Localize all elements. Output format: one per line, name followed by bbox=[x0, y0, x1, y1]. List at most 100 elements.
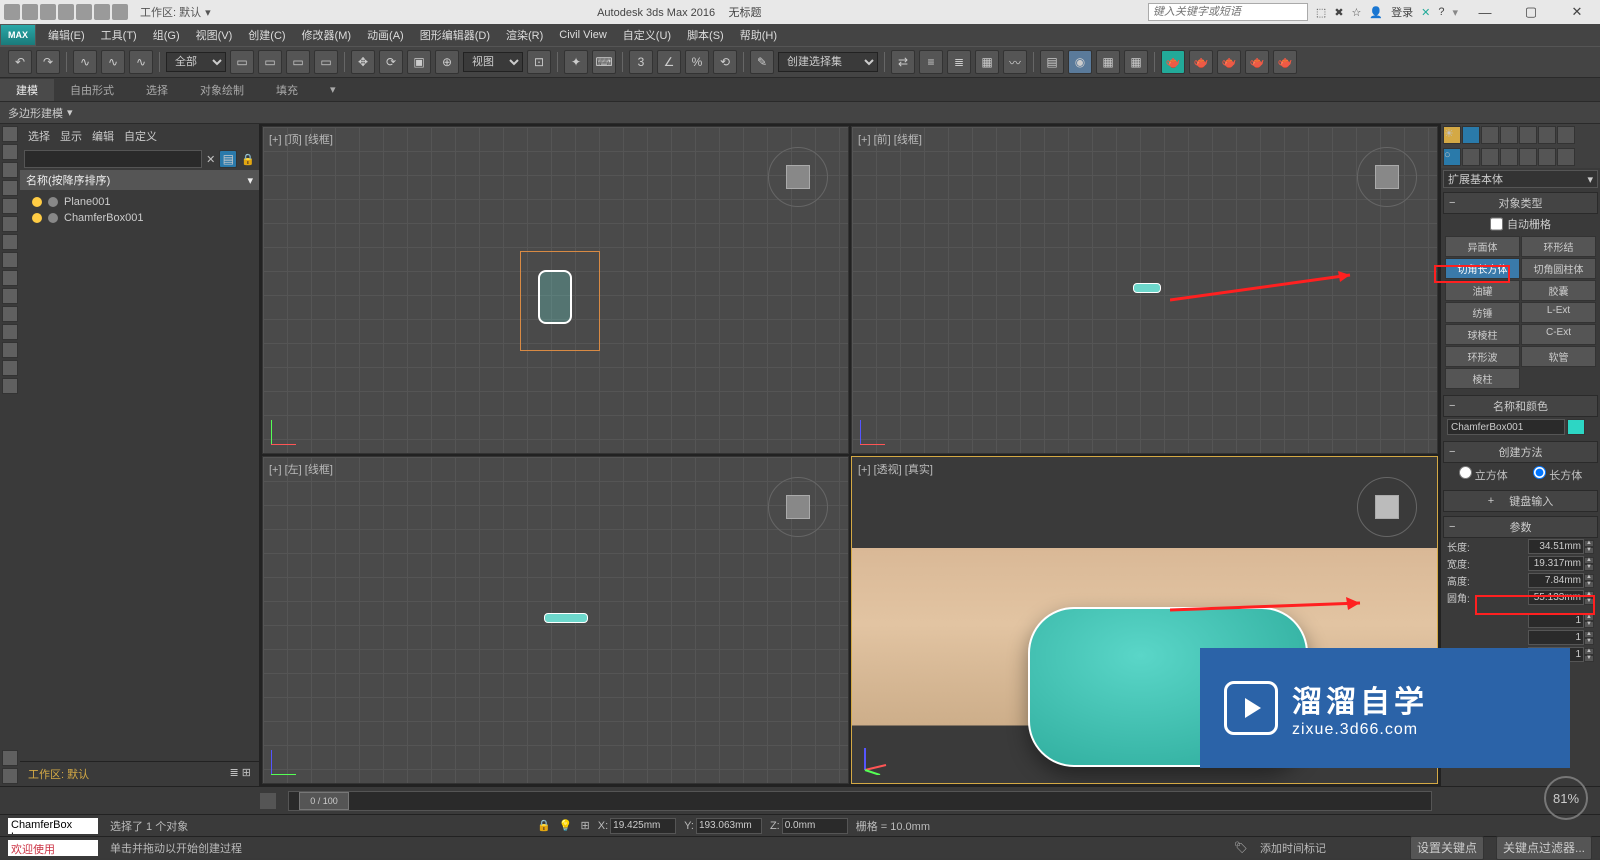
ribbon-toggle-button[interactable]: ▦ bbox=[975, 50, 999, 74]
viewport-label[interactable]: [+] [前] [线框] bbox=[858, 131, 922, 147]
ribbon-collapse-icon[interactable]: ▾ bbox=[314, 80, 352, 99]
workspace-footer-label[interactable]: 工作区: 默认 bbox=[28, 766, 89, 782]
left-tool-9[interactable] bbox=[2, 270, 18, 286]
lock-selection-icon[interactable]: 🔒 bbox=[537, 819, 551, 832]
scene-tab-edit[interactable]: 编辑 bbox=[92, 128, 114, 144]
viewport-label[interactable]: [+] [透视] [真实] bbox=[858, 461, 933, 477]
object-color-swatch[interactable] bbox=[1567, 419, 1585, 435]
x-logo-icon[interactable]: ✕ bbox=[1421, 6, 1430, 19]
lock-icon[interactable]: 🔒 bbox=[241, 153, 255, 166]
ribbon-tab-populate[interactable]: 填充 bbox=[260, 79, 314, 101]
left-tool-8[interactable] bbox=[2, 252, 18, 268]
scene-tab-customize[interactable]: 自定义 bbox=[124, 128, 157, 144]
coord-absolute-icon[interactable]: ⊞ bbox=[581, 819, 590, 832]
seg2-input[interactable] bbox=[1528, 630, 1584, 645]
menu-rendering[interactable]: 渲染(R) bbox=[498, 25, 551, 45]
pivot-button[interactable]: ⊡ bbox=[527, 50, 551, 74]
spacewarps-icon[interactable] bbox=[1538, 148, 1556, 166]
redo-icon[interactable] bbox=[94, 4, 110, 20]
set-key-button[interactable]: 设置关键点 bbox=[1410, 836, 1484, 860]
left-tool-7[interactable] bbox=[2, 234, 18, 250]
render-iterative-button[interactable]: 🫖 bbox=[1189, 50, 1213, 74]
placement-button[interactable]: ⊕ bbox=[435, 50, 459, 74]
scene-item-chamferbox[interactable]: ChamferBox001 bbox=[24, 210, 255, 226]
left-tool-settings[interactable] bbox=[2, 768, 18, 784]
render-activeshade-button[interactable]: 🫖 bbox=[1217, 50, 1241, 74]
coord-x-input[interactable] bbox=[610, 818, 676, 834]
rotate-button[interactable]: ⟳ bbox=[379, 50, 403, 74]
search-input[interactable] bbox=[1148, 3, 1308, 21]
seg1-input[interactable] bbox=[1528, 613, 1584, 628]
spinner-snap-button[interactable]: ⟲ bbox=[713, 50, 737, 74]
left-tool-15[interactable] bbox=[2, 378, 18, 394]
app-menu-icon[interactable] bbox=[4, 4, 20, 20]
geometry-icon[interactable]: ○ bbox=[1443, 148, 1461, 166]
exchange-icon[interactable]: ✖ bbox=[1334, 6, 1343, 19]
obj-capsule[interactable]: 胶囊 bbox=[1521, 280, 1596, 301]
obj-spindle[interactable]: 纺锤 bbox=[1445, 302, 1520, 323]
display-tab-icon[interactable] bbox=[1519, 126, 1537, 144]
obj-torusknot[interactable]: 环形结 bbox=[1521, 236, 1596, 257]
menu-maxscript[interactable]: 脚本(S) bbox=[679, 25, 732, 45]
clear-icon[interactable]: ✕ bbox=[206, 153, 215, 166]
left-tool-5[interactable] bbox=[2, 198, 18, 214]
menu-edit[interactable]: 编辑(E) bbox=[40, 25, 93, 45]
curve-editor-button[interactable]: 〰 bbox=[1003, 50, 1027, 74]
extra-tab-icon[interactable] bbox=[1557, 126, 1575, 144]
close-button[interactable]: ✕ bbox=[1558, 0, 1596, 24]
angle-snap-button[interactable]: ∠ bbox=[657, 50, 681, 74]
unlink-button[interactable]: ∿ bbox=[101, 50, 125, 74]
scene-item-plane[interactable]: Plane001 bbox=[24, 194, 255, 210]
left-tool-13[interactable] bbox=[2, 342, 18, 358]
window-crossing-button[interactable]: ▭ bbox=[314, 50, 338, 74]
menu-modifiers[interactable]: 修改器(M) bbox=[294, 25, 360, 45]
scene-search-input[interactable] bbox=[24, 150, 202, 168]
obj-ringwave[interactable]: 环形波 bbox=[1445, 346, 1520, 367]
create-tab-icon[interactable]: ☀ bbox=[1443, 126, 1461, 144]
spinner-down[interactable]: ▼ bbox=[1584, 638, 1594, 645]
layers-button[interactable]: ≣ bbox=[947, 50, 971, 74]
render-preset-button[interactable]: 🫖 bbox=[1245, 50, 1269, 74]
viewport-left[interactable]: [+] [左] [线框] bbox=[262, 456, 849, 784]
viewport-label[interactable]: [+] [左] [线框] bbox=[269, 461, 333, 477]
obj-oiltank[interactable]: 油罐 bbox=[1445, 280, 1520, 301]
length-input[interactable] bbox=[1528, 539, 1584, 554]
radio-box[interactable]: 长方体 bbox=[1533, 466, 1582, 483]
left-tool-12[interactable] bbox=[2, 324, 18, 340]
obj-prism[interactable]: 棱柱 bbox=[1445, 368, 1520, 389]
hierarchy-tab-icon[interactable] bbox=[1481, 126, 1499, 144]
scale-button[interactable]: ▣ bbox=[407, 50, 431, 74]
viewcube[interactable] bbox=[1357, 147, 1417, 207]
left-tool-filter[interactable] bbox=[2, 750, 18, 766]
coord-y-input[interactable] bbox=[696, 818, 762, 834]
spinner-down[interactable]: ▼ bbox=[1584, 547, 1594, 554]
fillet-input[interactable] bbox=[1528, 590, 1584, 605]
select-button[interactable]: ▭ bbox=[230, 50, 254, 74]
snap-toggle-button[interactable]: 3 bbox=[629, 50, 653, 74]
spinner-up[interactable]: ▲ bbox=[1584, 574, 1594, 581]
rollout-keyboard[interactable]: + 键盘输入 bbox=[1443, 490, 1598, 512]
rollout-params[interactable]: −参数 bbox=[1443, 516, 1598, 538]
user-icon[interactable]: 👤 bbox=[1369, 6, 1383, 19]
autogrid-checkbox[interactable] bbox=[1490, 216, 1503, 232]
menu-tools[interactable]: 工具(T) bbox=[93, 25, 145, 45]
left-tool-4[interactable] bbox=[2, 180, 18, 196]
time-tag-icon[interactable]: 🏷 bbox=[1234, 841, 1248, 854]
render-setup-button[interactable]: ▦ bbox=[1096, 50, 1120, 74]
menu-civilview[interactable]: Civil View bbox=[551, 27, 614, 43]
ribbon-tab-modeling[interactable]: 建模 bbox=[0, 79, 54, 101]
utilities-tab-icon[interactable] bbox=[1538, 126, 1556, 144]
viewport-label[interactable]: [+] [顶] [线框] bbox=[269, 131, 333, 147]
render-production-button[interactable]: 🫖 bbox=[1161, 50, 1185, 74]
manipulate-button[interactable]: ✦ bbox=[564, 50, 588, 74]
rollout-creation-method[interactable]: −创建方法 bbox=[1443, 441, 1598, 463]
render-last-button[interactable]: 🫖 bbox=[1273, 50, 1297, 74]
viewport-front[interactable]: [+] [前] [线框] bbox=[851, 126, 1438, 454]
spinner-up[interactable]: ▲ bbox=[1584, 557, 1594, 564]
width-input[interactable] bbox=[1528, 556, 1584, 571]
project-icon[interactable] bbox=[112, 4, 128, 20]
keyboard-shortcut-button[interactable]: ⌨ bbox=[592, 50, 616, 74]
named-selset-dropdown[interactable]: 创建选择集 bbox=[778, 52, 878, 72]
left-tool-10[interactable] bbox=[2, 288, 18, 304]
favorite-icon[interactable]: ☆ bbox=[1352, 6, 1362, 19]
